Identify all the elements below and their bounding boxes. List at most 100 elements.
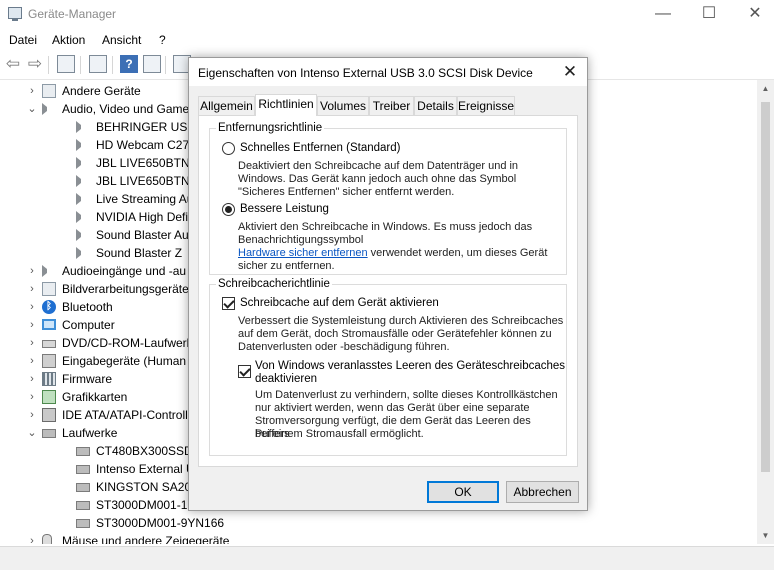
ok-button[interactable]: OK (427, 481, 499, 503)
expand-chevron-icon[interactable]: › (26, 280, 38, 298)
menu-datei[interactable]: Datei (9, 33, 37, 47)
menu-aktion[interactable]: Aktion (52, 33, 85, 47)
bluetooth-icon: ᛒ (42, 300, 56, 314)
disable-flush-desc-1: Um Datenverlust zu verhindern, sollte di… (255, 389, 558, 401)
cancel-button[interactable]: Abbrechen (506, 481, 579, 503)
mouse-icon (42, 534, 52, 544)
safely-remove-hardware-link[interactable]: Hardware sicher entfernen (238, 247, 368, 259)
expand-chevron-icon[interactable]: › (26, 370, 38, 388)
view-icon[interactable] (143, 55, 161, 73)
speaker-icon (42, 265, 52, 277)
speaker-icon (76, 175, 86, 187)
better-performance-label[interactable]: Bessere Leistung (240, 203, 329, 216)
menu-bar: Datei Aktion Ansicht ? (0, 30, 774, 50)
expand-chevron-icon[interactable]: › (26, 298, 38, 316)
expand-chevron-icon[interactable]: › (26, 82, 38, 100)
menu-ansicht[interactable]: Ansicht (102, 33, 141, 47)
properties-dialog: Eigenschaften von Intenso External USB 3… (188, 57, 588, 511)
minimize-button[interactable]: — (640, 0, 686, 28)
warning-device-icon (42, 84, 56, 98)
monitor-icon (42, 319, 56, 330)
expand-chevron-icon[interactable]: › (26, 316, 38, 334)
quick-removal-label[interactable]: Schnelles Entfernen (Standard) (240, 142, 400, 155)
tab-volumes[interactable]: Volumes (317, 96, 369, 115)
tree-item-label: Bluetooth (62, 300, 113, 314)
status-bar (0, 546, 774, 570)
disable-flush-label-1[interactable]: Von Windows veranlasstes Leeren des Gerä… (255, 360, 565, 373)
expand-chevron-icon[interactable]: › (26, 388, 38, 406)
menu-help[interactable]: ? (159, 33, 166, 47)
enable-write-cache-desc-3: Datenverlusten oder -beschädigung führen… (238, 341, 450, 353)
speaker-icon (76, 247, 86, 259)
enable-write-cache-label[interactable]: Schreibcache auf dem Gerät aktivieren (240, 297, 439, 310)
enable-write-cache-desc-2: auf dem Gerät, doch Stromausfälle oder G… (238, 328, 552, 340)
drive-icon (76, 519, 90, 528)
drive-icon (42, 429, 56, 438)
tree-view-icon[interactable] (57, 55, 75, 73)
expand-chevron-icon[interactable]: › (26, 352, 38, 370)
properties-icon[interactable] (89, 55, 107, 73)
better-performance-desc-4: sicher zu entfernen. (238, 260, 335, 272)
maximize-button[interactable]: ☐ (686, 0, 732, 28)
firmware-icon (42, 372, 56, 386)
expand-chevron-icon[interactable]: › (26, 262, 38, 280)
tree-item-label: Computer (62, 318, 115, 332)
speaker-icon (76, 139, 86, 151)
forward-arrow-icon[interactable]: ⇨ (26, 55, 44, 73)
title-bar: Geräte-Manager — ☐ ✕ (0, 0, 774, 28)
drive-icon (76, 465, 90, 474)
disc-drive-icon (42, 340, 56, 348)
drive-icon (76, 447, 90, 456)
dialog-title-bar: Eigenschaften von Intenso External USB 3… (189, 58, 587, 86)
tree-item-label: Andere Geräte (62, 84, 141, 98)
speaker-icon (76, 211, 86, 223)
close-button[interactable]: ✕ (732, 0, 774, 28)
ide-controller-icon (42, 408, 56, 422)
expand-chevron-icon[interactable]: › (26, 406, 38, 424)
expand-chevron-icon[interactable]: › (26, 334, 38, 352)
scroll-thumb[interactable] (761, 102, 770, 472)
quick-removal-desc-2: Windows. Das Gerät kann jedoch auch ohne… (238, 173, 517, 185)
disable-flush-label-2[interactable]: deaktivieren (255, 373, 317, 386)
dialog-close-icon[interactable]: ✕ (557, 60, 583, 84)
tree-item-label: IDE ATA/ATAPI-Controlle (62, 408, 195, 422)
disable-flush-desc-2: nur aktiviert werden, wenn das Gerät übe… (255, 402, 530, 414)
enable-write-cache-checkbox[interactable] (222, 297, 235, 310)
tree-item-label: HD Webcam C270 (96, 138, 196, 152)
drive-icon (76, 483, 90, 492)
better-performance-radio[interactable] (222, 203, 235, 216)
tab-details[interactable]: Details (414, 96, 457, 115)
quick-removal-radio[interactable] (222, 142, 235, 155)
window-title: Geräte-Manager (28, 7, 117, 21)
tab-treiber[interactable]: Treiber (369, 96, 414, 115)
tab-ereignisse[interactable]: Ereignisse (457, 96, 515, 115)
speaker-icon (76, 229, 86, 241)
vertical-scrollbar[interactable]: ▲ ▼ (757, 80, 774, 544)
gpu-icon (42, 390, 56, 404)
collapse-chevron-icon[interactable]: ⌄ (26, 100, 38, 118)
write-cache-policy-title: Schreibcacherichtlinie (216, 277, 332, 291)
removal-policy-title: Entfernungsrichtlinie (216, 121, 325, 135)
back-arrow-icon[interactable]: ⇦ (4, 55, 22, 73)
tree-item-label: Live Streaming Audi (96, 192, 203, 206)
tree-item-label: Sound Blaster Z (96, 246, 183, 260)
collapse-chevron-icon[interactable]: ⌄ (26, 424, 38, 442)
camera-icon (42, 282, 56, 296)
speaker-icon (42, 103, 52, 115)
tab-allgemein[interactable]: Allgemein (198, 96, 255, 115)
quick-removal-desc-1: Deaktiviert den Schreibcache auf dem Dat… (238, 160, 519, 172)
scroll-down-arrow-icon[interactable]: ▼ (757, 527, 774, 544)
help-icon[interactable]: ? (120, 55, 138, 73)
tab-page-richtlinien: Entfernungsrichtlinie Schnelles Entferne… (198, 115, 578, 467)
tree-item-label: Firmware (62, 372, 112, 386)
speaker-icon (76, 193, 86, 205)
better-performance-desc-3: Hardware sicher entfernen verwendet werd… (238, 247, 547, 260)
better-performance-desc-3-rest: verwendet werden, um dieses Gerät (367, 247, 548, 259)
tab-richtlinien[interactable]: Richtlinien (255, 94, 317, 116)
tree-item[interactable]: › Mäuse und andere Zeigegeräte (0, 532, 756, 544)
scroll-up-arrow-icon[interactable]: ▲ (757, 80, 774, 97)
expand-chevron-icon[interactable]: › (26, 532, 38, 544)
tree-item[interactable]: ST3000DM001-9YN166 (0, 514, 756, 532)
hid-icon (42, 354, 56, 368)
disable-flush-checkbox[interactable] (238, 365, 251, 378)
